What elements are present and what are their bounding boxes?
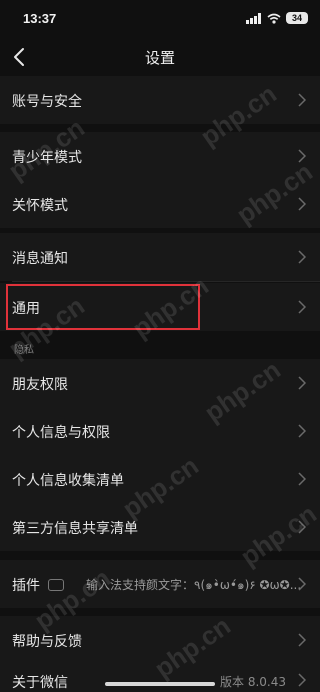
settings-item-label: 第三方信息共享清单 (12, 521, 138, 537)
chevron-right-icon (298, 424, 306, 438)
chevron-right-icon (298, 197, 306, 211)
divider (12, 281, 320, 282)
chevron-right-icon (298, 300, 306, 314)
settings-item-personal-info-permissions[interactable]: 个人信息与权限 (0, 407, 320, 455)
settings-item-label: 插件 (12, 578, 40, 594)
chevron-right-icon (298, 376, 306, 390)
battery-icon: 34 (286, 12, 308, 24)
chevron-right-icon (298, 673, 306, 687)
home-indicator (105, 682, 215, 686)
version-text: 版本 8.0.43 (220, 675, 286, 689)
settings-item-label: 个人信息与权限 (12, 425, 110, 441)
wifi-icon (267, 13, 281, 24)
settings-item-label: 关于微信 (12, 675, 68, 691)
settings-item-notifications[interactable]: 消息通知 (0, 233, 320, 281)
settings-item-label: 关怀模式 (12, 198, 68, 214)
settings-item-label: 个人信息收集清单 (12, 473, 124, 489)
status-time: 13:37 (23, 11, 57, 26)
plugin-preview-text: 输入法支持颜文字：٩(๑•̀ω•́๑)۶ ✪ω✪... (86, 578, 300, 592)
chevron-right-icon (298, 93, 306, 107)
chevron-right-icon (298, 577, 306, 591)
chevron-right-icon (298, 633, 306, 647)
system-icons: 34 (246, 12, 308, 24)
chevron-right-icon (298, 250, 306, 264)
status-bar: 13:37 34 (0, 0, 320, 36)
settings-item-label: 消息通知 (12, 251, 68, 267)
chevron-right-icon (298, 472, 306, 486)
nav-bar: 设置 (0, 38, 320, 76)
page-title: 设置 (144, 49, 175, 67)
signal-icon (246, 12, 261, 24)
settings-item-label: 账号与安全 (12, 94, 82, 110)
settings-item-label: 朋友权限 (12, 377, 68, 393)
